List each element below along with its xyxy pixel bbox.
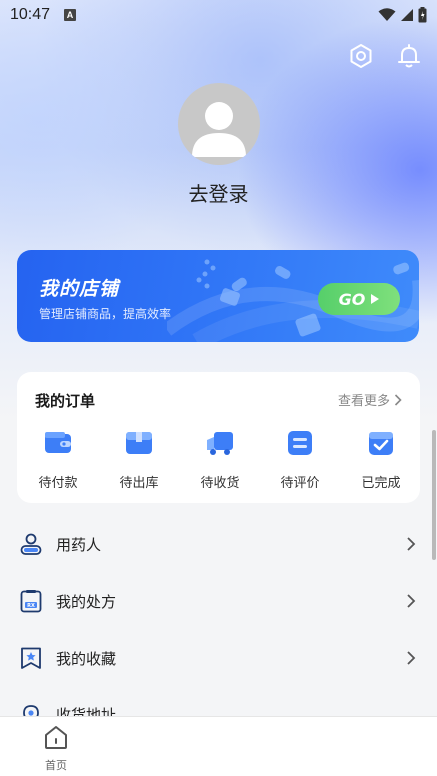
store-title: 我的店铺 bbox=[39, 278, 120, 300]
bottom-tab-bar: 首页 bbox=[0, 716, 437, 776]
notifications-button[interactable] bbox=[395, 42, 423, 70]
order-status-pending-receipt[interactable]: 待收货 bbox=[190, 428, 250, 491]
login-link[interactable]: 去登录 bbox=[0, 178, 437, 207]
battery-icon bbox=[418, 7, 427, 23]
order-status-completed[interactable]: 已完成 bbox=[351, 428, 411, 491]
settings-button[interactable] bbox=[347, 42, 375, 70]
wallet-icon bbox=[45, 432, 71, 453]
review-icon bbox=[288, 431, 312, 455]
tab-home-label: 首页 bbox=[45, 759, 67, 772]
menu-item-label: 我的收藏 bbox=[56, 649, 117, 668]
go-button[interactable]: GO bbox=[318, 283, 400, 315]
store-subtitle: 管理店铺商品，提高效率 bbox=[39, 307, 172, 321]
chevron-right-icon bbox=[394, 393, 402, 406]
menu-item-favorites[interactable]: 我的收藏 bbox=[0, 630, 437, 686]
check-icon bbox=[369, 432, 393, 455]
svg-text:RX: RX bbox=[27, 603, 35, 609]
home-icon bbox=[45, 726, 67, 749]
order-status-label: 待评价 bbox=[280, 476, 320, 491]
truck-icon bbox=[207, 432, 233, 455]
status-icons bbox=[378, 7, 427, 23]
order-status-label: 待出库 bbox=[119, 476, 159, 491]
order-status-pending-review[interactable]: 待评价 bbox=[270, 428, 330, 491]
status-bar: 10:47 A bbox=[0, 0, 437, 30]
view-more-orders-link[interactable]: 查看更多 bbox=[338, 390, 402, 409]
bell-icon bbox=[398, 44, 420, 68]
chevron-right-icon bbox=[407, 594, 416, 608]
orders-title: 我的订单 bbox=[35, 392, 96, 410]
order-status-pending-payment[interactable]: 待付款 bbox=[28, 428, 88, 491]
my-orders-card: 我的订单 查看更多 待付款 待出库 待收货 待评价 已完成 bbox=[17, 372, 420, 503]
go-label: GO bbox=[338, 289, 366, 309]
order-status-pending-shipment[interactable]: 待出库 bbox=[109, 428, 169, 491]
menu-item-prescriptions[interactable]: RX 我的处方 bbox=[0, 573, 437, 629]
status-time: 10:47 bbox=[10, 6, 51, 23]
location-icon bbox=[23, 705, 39, 716]
prescription-icon: RX bbox=[20, 590, 42, 613]
menu-item-label: 我的处方 bbox=[56, 592, 117, 611]
signal-icon bbox=[401, 9, 413, 21]
order-status-label: 已完成 bbox=[361, 476, 401, 491]
view-more-label: 查看更多 bbox=[337, 394, 390, 409]
order-status-label: 待付款 bbox=[38, 476, 78, 491]
menu-item-medication-users[interactable]: 用药人 bbox=[0, 516, 437, 572]
avatar[interactable] bbox=[178, 83, 260, 165]
menu-item-label: 用药人 bbox=[56, 535, 102, 554]
favorite-icon bbox=[21, 647, 41, 669]
gear-icon bbox=[350, 44, 372, 68]
play-arrow-icon bbox=[371, 294, 380, 304]
menu-item-address[interactable]: 收货地址 bbox=[0, 684, 437, 716]
order-status-label: 待收货 bbox=[200, 476, 240, 491]
my-store-banner[interactable]: 我的店铺 管理店铺商品，提高效率 GO bbox=[17, 250, 419, 342]
box-icon bbox=[126, 432, 152, 454]
scrollbar[interactable] bbox=[432, 430, 436, 560]
menu-item-label: 收货地址 bbox=[56, 706, 117, 716]
person-icon bbox=[20, 533, 42, 555]
tab-home[interactable]: 首页 bbox=[34, 723, 78, 773]
chevron-right-icon bbox=[407, 651, 416, 665]
chevron-right-icon bbox=[407, 537, 416, 551]
wifi-icon bbox=[378, 8, 396, 21]
default-avatar-icon bbox=[192, 102, 246, 157]
notification-badge: A bbox=[64, 9, 77, 21]
